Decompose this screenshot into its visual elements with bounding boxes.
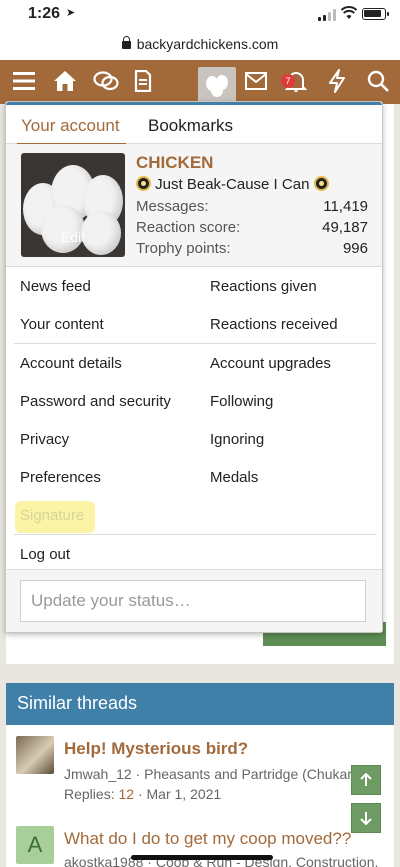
menu-reactions-received[interactable]: Reactions received bbox=[210, 316, 338, 333]
cellular-signal-icon bbox=[318, 9, 338, 21]
status-update-area bbox=[6, 569, 382, 632]
account-popup-menu: Your account Bookmarks Edit CHICKEN Just… bbox=[5, 101, 383, 633]
tab-your-account[interactable]: Your account bbox=[17, 116, 126, 146]
menu-medals[interactable]: Medals bbox=[210, 469, 258, 486]
menu-ignoring[interactable]: Ignoring bbox=[210, 431, 264, 448]
scroll-up-button[interactable] bbox=[351, 765, 381, 795]
menu-account-details[interactable]: Account details bbox=[20, 355, 122, 372]
divider bbox=[14, 343, 376, 344]
whats-new-bolt-icon[interactable] bbox=[322, 66, 352, 96]
username[interactable]: CHICKEN bbox=[136, 153, 213, 173]
location-arrow-icon: ➤ bbox=[66, 7, 76, 19]
home-indicator bbox=[131, 855, 273, 860]
menu-log-out[interactable]: Log out bbox=[20, 546, 70, 563]
scroll-down-button[interactable] bbox=[351, 803, 381, 833]
home-icon[interactable] bbox=[50, 66, 80, 96]
clock: 1:26 bbox=[28, 5, 61, 22]
search-icon[interactable] bbox=[363, 66, 393, 96]
similar-threads-list: Help! Mysterious bird? Jmwah_12 · Pheasa… bbox=[6, 725, 394, 867]
thread-avatar[interactable]: A bbox=[16, 826, 54, 864]
articles-icon[interactable] bbox=[128, 66, 158, 96]
stat-messages: Messages: 11,419 bbox=[136, 198, 368, 215]
ios-status-bar: 1:26 ➤ bbox=[0, 0, 400, 30]
user-avatar[interactable]: Edit bbox=[21, 153, 125, 257]
menu-following[interactable]: Following bbox=[210, 393, 273, 410]
edit-avatar-link[interactable]: Edit bbox=[21, 229, 125, 245]
stat-trophy-points: Trophy points: 996 bbox=[136, 240, 368, 257]
user-summary: Edit CHICKEN Just Beak-Cause I Can Messa… bbox=[6, 144, 382, 267]
lock-icon bbox=[121, 36, 131, 49]
menu-privacy[interactable]: Privacy bbox=[20, 431, 69, 448]
divider bbox=[14, 534, 376, 535]
thread-title[interactable]: Help! Mysterious bird? bbox=[64, 739, 248, 759]
menu-your-content[interactable]: Your content bbox=[20, 316, 104, 333]
account-tabs: Your account Bookmarks bbox=[6, 105, 382, 146]
url-text: backyardchickens.com bbox=[136, 36, 279, 52]
menu-reactions-given[interactable]: Reactions given bbox=[210, 278, 317, 295]
inbox-envelope-icon[interactable] bbox=[241, 66, 271, 96]
user-title: Just Beak-Cause I Can bbox=[136, 176, 329, 193]
menu-news-feed[interactable]: News feed bbox=[20, 278, 91, 295]
browser-url-bar[interactable]: backyardchickens.com bbox=[0, 30, 400, 60]
menu-password-security[interactable]: Password and security bbox=[20, 393, 171, 410]
menu-preferences[interactable]: Preferences bbox=[20, 469, 101, 486]
alerts-count-badge: 7 bbox=[281, 74, 295, 88]
menu-account-upgrades[interactable]: Account upgrades bbox=[210, 355, 331, 372]
wifi-icon bbox=[341, 6, 357, 19]
thread-title[interactable]: What do I do to get my coop moved?? bbox=[64, 829, 351, 849]
account-avatar-button[interactable] bbox=[198, 67, 236, 103]
battery-icon bbox=[362, 8, 389, 20]
menu-signature[interactable]: Signature bbox=[20, 507, 84, 524]
thread-avatar[interactable] bbox=[16, 736, 54, 774]
frying-pan-icon bbox=[136, 176, 151, 191]
tab-bookmarks[interactable]: Bookmarks bbox=[148, 116, 233, 136]
frying-pan-icon bbox=[313, 176, 329, 191]
hamburger-menu-icon[interactable] bbox=[9, 66, 39, 96]
similar-threads-header: Similar threads bbox=[6, 683, 394, 725]
forums-icon[interactable] bbox=[91, 66, 121, 96]
thread-meta: Jmwah_12 · Pheasants and Partridge (Chuk… bbox=[64, 766, 357, 782]
stat-reaction-score: Reaction score: 49,187 bbox=[136, 219, 368, 236]
thread-stats: Replies: 12 · Mar 1, 2021 bbox=[64, 786, 222, 802]
status-update-input[interactable] bbox=[20, 580, 366, 622]
